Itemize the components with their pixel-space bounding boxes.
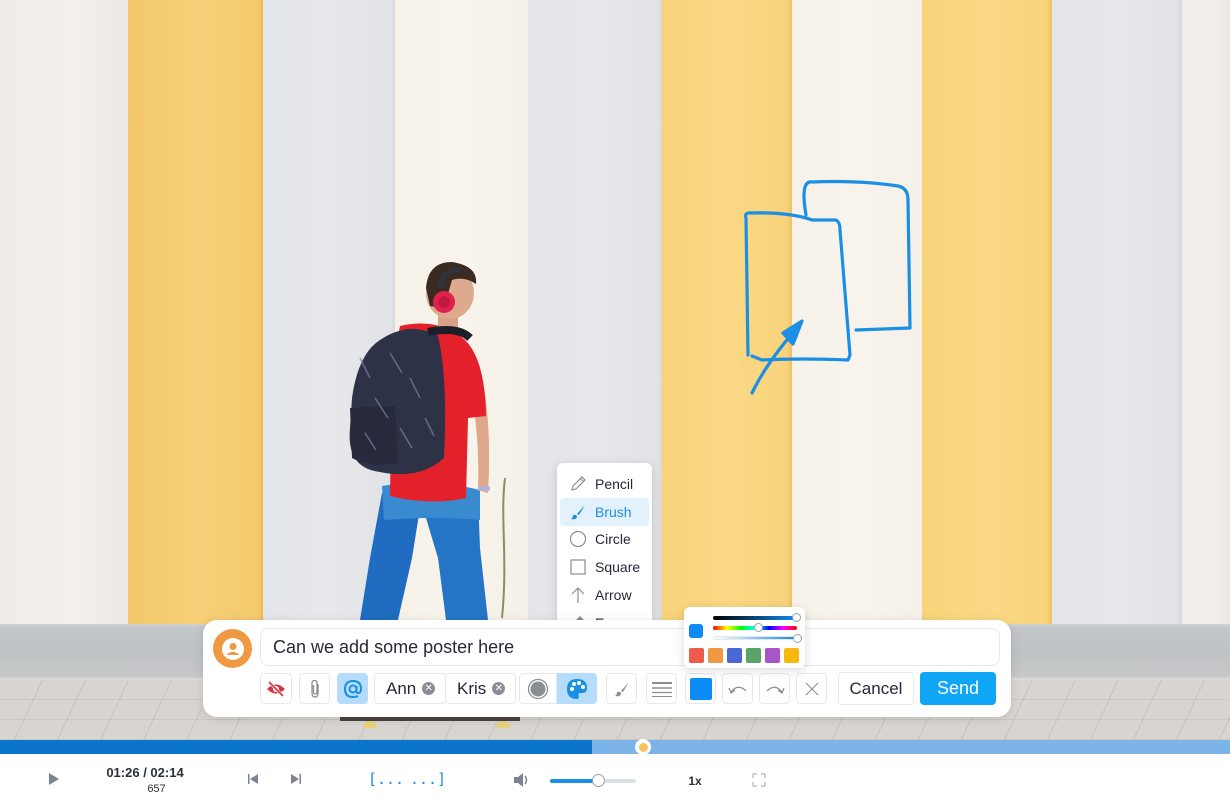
menu-item-label: Arrow <box>595 587 632 604</box>
wall-stripe <box>0 0 128 626</box>
eye-off-icon <box>267 680 285 697</box>
opacity-slider-knob[interactable] <box>793 634 802 643</box>
hide-annotations-button[interactable] <box>260 673 292 704</box>
current-color-swatch <box>689 677 712 700</box>
circle-icon <box>569 531 587 548</box>
timeline-scrubber[interactable] <box>0 739 1230 755</box>
remove-mention-icon[interactable]: ✕ <box>492 682 506 695</box>
cancel-button[interactable]: Cancel <box>838 672 914 705</box>
clear-drawing-button[interactable] <box>796 673 827 704</box>
color-swatch[interactable] <box>765 648 780 663</box>
color-swatch[interactable] <box>784 648 799 663</box>
hue-slider[interactable] <box>713 623 797 632</box>
send-button[interactable]: Send <box>920 672 996 705</box>
time-separator: / <box>139 765 151 780</box>
selected-color-preview <box>689 624 703 638</box>
redo-icon <box>766 686 785 694</box>
comment-input[interactable] <box>260 628 1000 666</box>
close-icon <box>805 682 818 695</box>
volume-slider[interactable] <box>550 774 636 787</box>
color-swatch[interactable] <box>689 648 704 663</box>
remove-mention-icon[interactable]: ✕ <box>422 682 436 695</box>
brush-icon <box>571 504 585 519</box>
menu-item-label: Pencil <box>595 475 634 492</box>
color-button[interactable] <box>685 673 716 704</box>
color-swatch[interactable] <box>746 648 761 663</box>
timeline-played <box>0 740 592 754</box>
wall-stripe <box>922 0 1052 626</box>
palette-icon <box>567 678 587 699</box>
at-sign-icon <box>343 679 362 698</box>
duration: 02:14 <box>150 765 184 780</box>
play-icon <box>49 773 59 785</box>
next-frame-button[interactable] <box>287 771 305 787</box>
playback-speed-button[interactable]: 1x <box>680 774 710 788</box>
record-button[interactable] <box>519 673 557 704</box>
color-swatch[interactable] <box>708 648 723 663</box>
mention-name: Ann <box>386 678 417 698</box>
line-width-icon <box>651 681 672 697</box>
undo-icon <box>727 686 746 694</box>
wall-stripe <box>662 0 792 626</box>
redo-button[interactable] <box>759 673 790 704</box>
record-circle-icon <box>527 678 549 699</box>
color-picker-popup <box>684 607 805 668</box>
mark-in-button[interactable]: [... <box>368 768 404 790</box>
comment-panel: Ann ✕ Kris ✕ Cancel Send <box>203 620 1011 717</box>
mention-chip: Kris ✕ <box>445 673 517 704</box>
previous-frame-button[interactable] <box>244 771 262 787</box>
frame-number: 657 <box>147 783 166 795</box>
fullscreen-button[interactable] <box>751 772 767 788</box>
menu-item-label: Brush <box>595 503 632 520</box>
skip-forward-icon <box>291 774 301 784</box>
time-display: 01:26 / 02:14 <box>100 765 190 780</box>
timeline-handle[interactable] <box>635 739 652 755</box>
paperclip-icon <box>310 679 319 698</box>
wall-stripe <box>1052 0 1182 626</box>
fullscreen-icon <box>752 773 766 787</box>
mute-button[interactable] <box>512 771 532 789</box>
menu-item-brush[interactable]: Brush <box>560 497 649 526</box>
volume-level <box>550 779 599 783</box>
mark-out-button[interactable]: ...] <box>410 768 446 790</box>
hue-slider-knob[interactable] <box>754 623 764 632</box>
color-swatch[interactable] <box>727 648 742 663</box>
menu-item-label: Circle <box>595 531 631 548</box>
opacity-slider[interactable] <box>713 634 802 643</box>
menu-item-arrow[interactable]: Arrow <box>560 581 649 609</box>
wall-stripe <box>128 0 263 626</box>
mention-chip: Ann ✕ <box>374 673 447 704</box>
skip-back-icon <box>248 774 258 784</box>
arrow-up-icon <box>571 587 585 604</box>
mention-button[interactable] <box>337 673 368 704</box>
square-icon <box>570 559 586 575</box>
menu-item-label: Square <box>595 559 641 576</box>
user-avatar-icon <box>213 629 252 668</box>
attach-button[interactable] <box>299 673 330 704</box>
brightness-slider-knob[interactable] <box>792 613 801 622</box>
volume-icon <box>514 773 528 787</box>
brush-tool-button[interactable] <box>606 673 637 704</box>
play-button[interactable] <box>44 770 64 788</box>
draw-tools-button[interactable] <box>557 673 597 704</box>
volume-knob[interactable] <box>592 774 606 787</box>
current-time: 01:26 <box>106 765 140 780</box>
line-width-button[interactable] <box>646 673 677 704</box>
brightness-slider[interactable] <box>713 613 801 622</box>
brush-icon <box>614 681 629 696</box>
mention-name: Kris <box>457 678 487 698</box>
menu-item-circle[interactable]: Circle <box>560 526 649 554</box>
undo-button[interactable] <box>722 673 753 704</box>
wall-stripe <box>1182 0 1230 626</box>
pencil-icon <box>571 476 586 491</box>
player-controls: 01:26 / 02:14 657 [... ...] 1x <box>0 754 1230 800</box>
menu-item-square[interactable]: Square <box>560 553 649 581</box>
wall-stripe <box>792 0 922 626</box>
menu-item-pencil[interactable]: Pencil <box>560 470 649 498</box>
